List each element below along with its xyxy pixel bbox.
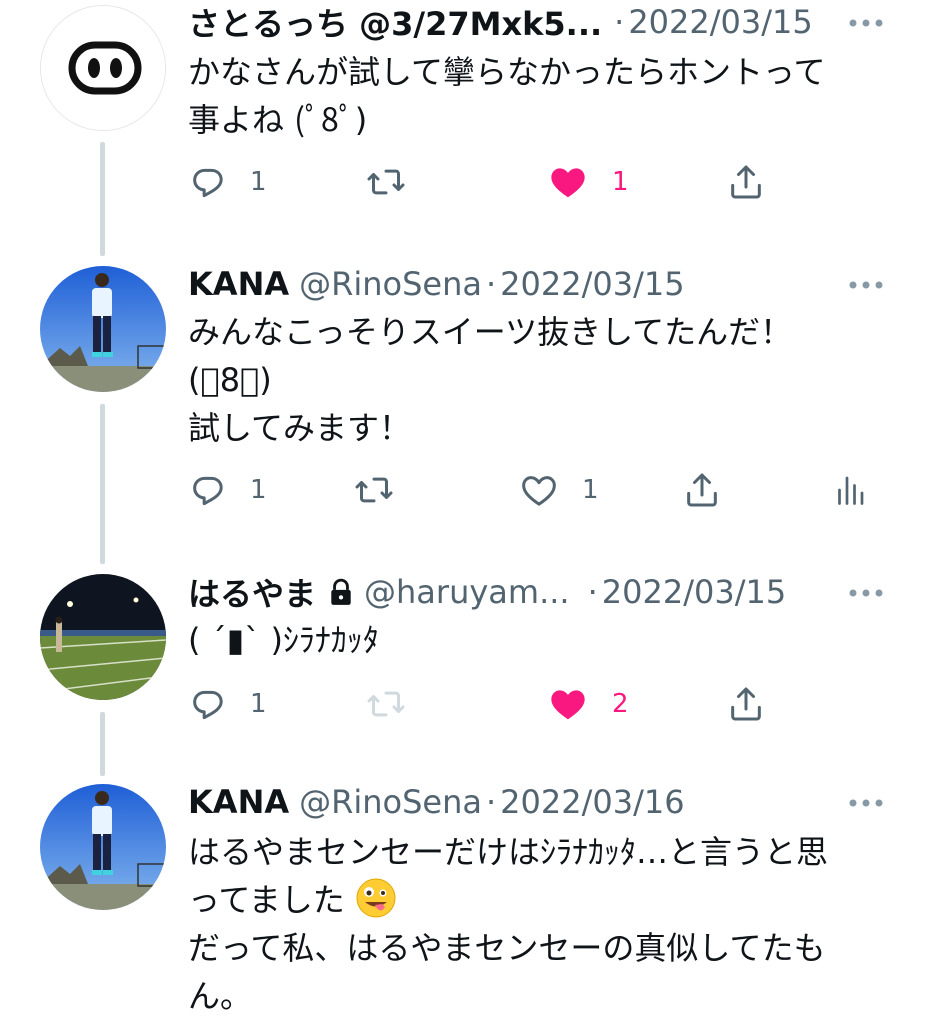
user-handle[interactable]: @RinoSena (299, 783, 482, 821)
separator-dot: · (485, 783, 497, 821)
tweet-date[interactable]: 2022/03/16 (500, 783, 684, 821)
avatar[interactable] (40, 5, 166, 131)
tweet-text-line: (ﾟ8ﾟ) (188, 361, 272, 399)
user-handle[interactable]: @RinoSena (299, 265, 482, 303)
tweet-text-line: みんなこっそりスイーツ抜きしてたんだ！ (188, 313, 793, 351)
more-dots-icon (849, 589, 883, 597)
pig-nose-avatar-icon (41, 6, 165, 130)
reply-count: 1 (250, 167, 267, 197)
retweet-button-disabled (364, 682, 408, 726)
heart-filled-icon (551, 690, 585, 720)
tweet-header: KANA @RinoSena · 2022/03/15 (188, 264, 685, 304)
more-options-button[interactable] (848, 584, 884, 603)
profile-photo-icon (40, 784, 166, 910)
share-icon (731, 687, 761, 721)
tweet-date[interactable]: 2022/03/15 (602, 573, 786, 611)
tweet-3[interactable]: はるやま @haruyam... · 2022/03/15 ( ´▮` )ｼﾗﾅ… (0, 570, 928, 780)
reply-button[interactable]: 1 (188, 682, 267, 726)
share-button[interactable] (726, 682, 766, 726)
like-button[interactable]: 1 (518, 468, 599, 512)
reply-button[interactable]: 1 (188, 160, 267, 204)
tweet-text-line: だって私、はるやまセンセーの真似してたも (188, 929, 826, 967)
heart-filled-icon (551, 168, 585, 198)
action-bar: 1 2 (188, 682, 888, 726)
analytics-icon (838, 476, 864, 505)
tweet-text: ( ´▮` )ｼﾗﾅｶｯﾀ (188, 616, 888, 664)
reply-count: 1 (250, 475, 267, 505)
share-button[interactable] (726, 160, 766, 204)
tweet-1[interactable]: さとるっち @3/27Mxk5... · 2022/03/15 かなさんが試して… (0, 0, 928, 260)
more-dots-icon (849, 19, 883, 27)
like-count: 2 (612, 689, 629, 719)
tweet-header: はるやま @haruyam... · 2022/03/15 (188, 569, 786, 615)
avatar[interactable] (40, 266, 166, 392)
tweet-2[interactable]: KANA @RinoSena · 2022/03/15 みんなこっそりスイーツ抜… (0, 262, 928, 570)
tweet-text-line: ん。 (188, 977, 253, 1015)
more-options-button[interactable] (848, 794, 884, 813)
more-options-button[interactable] (848, 276, 884, 295)
retweet-button[interactable] (364, 160, 408, 204)
share-icon (687, 473, 717, 507)
more-dots-icon (849, 281, 883, 289)
heart-outline-icon (522, 476, 556, 506)
avatar[interactable] (40, 574, 166, 700)
tweet-text: はるやまセンセーだけはｼﾗﾅｶｯﾀ…と言うと思 ってました だって私、はるやまセ… (188, 828, 888, 1020)
reply-button[interactable]: 1 (188, 468, 267, 512)
thread-line (100, 712, 105, 776)
tweet-header: KANA @RinoSena · 2022/03/16 (188, 782, 685, 822)
thread-line (100, 142, 105, 256)
like-count: 1 (582, 475, 599, 505)
separator-dot: · (485, 265, 497, 303)
like-button[interactable]: 2 (546, 682, 629, 726)
profile-photo-icon (40, 266, 166, 392)
reply-count: 1 (250, 689, 267, 719)
action-bar: 1 1 (188, 468, 888, 512)
tweet-text-line: ( ´▮` )ｼﾗﾅｶｯﾀ (188, 621, 379, 659)
tweet-text: かなさんが試して攣らなかったらホントって 事よね (ﾟ8ﾟ) (188, 48, 888, 144)
display-name[interactable]: はるやま (188, 569, 316, 615)
display-name[interactable]: さとるっち @3/27Mxk5... (188, 0, 602, 45)
more-options-button[interactable] (848, 14, 884, 33)
reply-icon (193, 476, 223, 506)
action-bar: 1 1 (188, 160, 888, 204)
like-button[interactable]: 1 (546, 160, 629, 204)
tweet-text-line: 事よね (ﾟ8ﾟ) (188, 101, 368, 139)
display-name[interactable]: KANA (188, 783, 289, 821)
analytics-button[interactable] (832, 468, 868, 512)
profile-photo-icon (40, 574, 166, 700)
more-dots-icon (849, 799, 883, 807)
tweet-text-line: ってました (188, 876, 888, 924)
thread-line (100, 404, 105, 564)
tweet-4[interactable]: KANA @RinoSena · 2022/03/16 はるやまセンセーだけはｼ… (0, 780, 928, 1024)
retweet-button[interactable] (352, 468, 396, 512)
display-name[interactable]: KANA (188, 265, 289, 303)
share-icon (731, 165, 761, 199)
retweet-icon (355, 477, 393, 503)
tweet-text-fragment: ってました (188, 881, 345, 919)
user-handle[interactable]: @haruyam... (364, 573, 570, 611)
like-count: 1 (612, 167, 629, 197)
tweet-date[interactable]: 2022/03/15 (500, 265, 684, 303)
retweet-icon (367, 169, 405, 195)
reply-icon (193, 168, 223, 198)
tweet-text: みんなこっそりスイーツ抜きしてたんだ！ (ﾟ8ﾟ) 試してみます！ (188, 308, 888, 452)
separator-dot: · (587, 573, 598, 611)
tweet-text-line: かなさんが試して攣らなかったらホントって (188, 53, 826, 91)
share-button[interactable] (682, 468, 722, 512)
zany-face-emoji-icon (356, 878, 396, 918)
avatar[interactable] (40, 784, 166, 910)
reply-icon (193, 690, 223, 720)
tweet-header: さとるっち @3/27Mxk5... · 2022/03/15 (188, 0, 813, 45)
separator-dot: · (614, 3, 625, 41)
tweet-text-line: 試してみます！ (188, 409, 412, 447)
tweet-text-line: はるやまセンセーだけはｼﾗﾅｶｯﾀ…と言うと思 (188, 833, 829, 871)
lock-icon (328, 578, 354, 606)
retweet-icon (367, 691, 405, 717)
tweet-date[interactable]: 2022/03/15 (628, 3, 812, 41)
